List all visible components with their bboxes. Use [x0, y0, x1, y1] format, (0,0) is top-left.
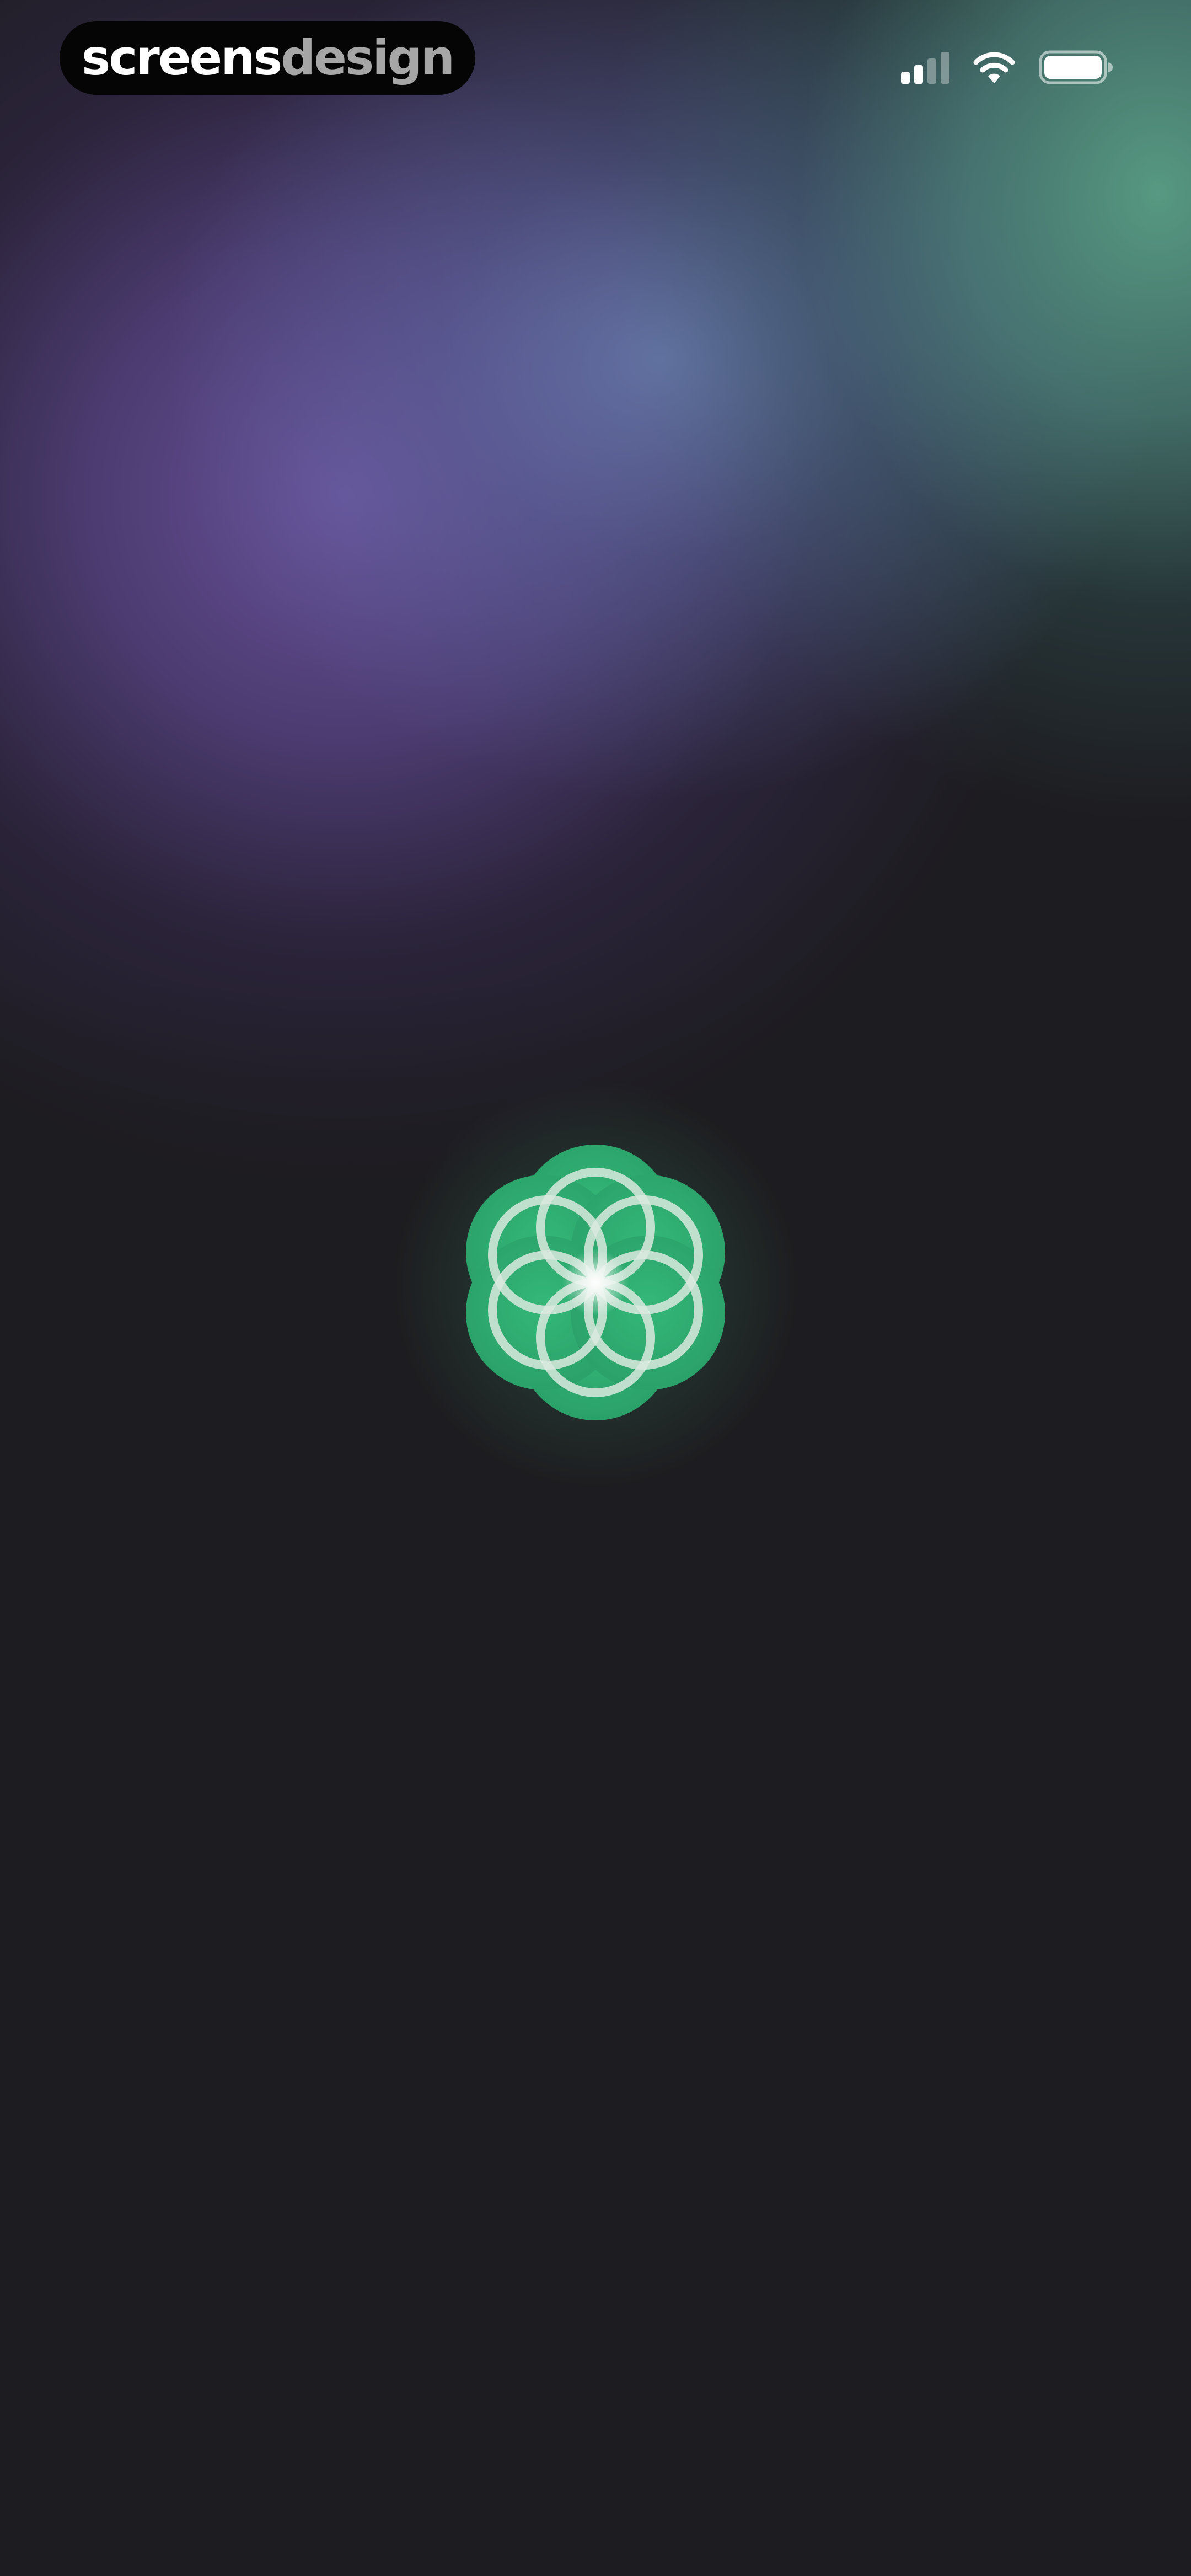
wifi-icon — [972, 50, 1017, 84]
screensdesign-watermark: screensdesign — [60, 21, 475, 95]
watermark-part-design: design — [281, 29, 455, 86]
status-bar — [901, 47, 1114, 87]
watermark-text: screensdesign — [82, 34, 455, 82]
flower-of-life-logo-icon — [452, 1131, 739, 1434]
watermark-part-screens: screens — [81, 29, 282, 86]
battery-icon — [1039, 50, 1114, 84]
cellular-signal-icon — [901, 51, 949, 84]
splash-screen: screensdesign — [0, 0, 1191, 2576]
